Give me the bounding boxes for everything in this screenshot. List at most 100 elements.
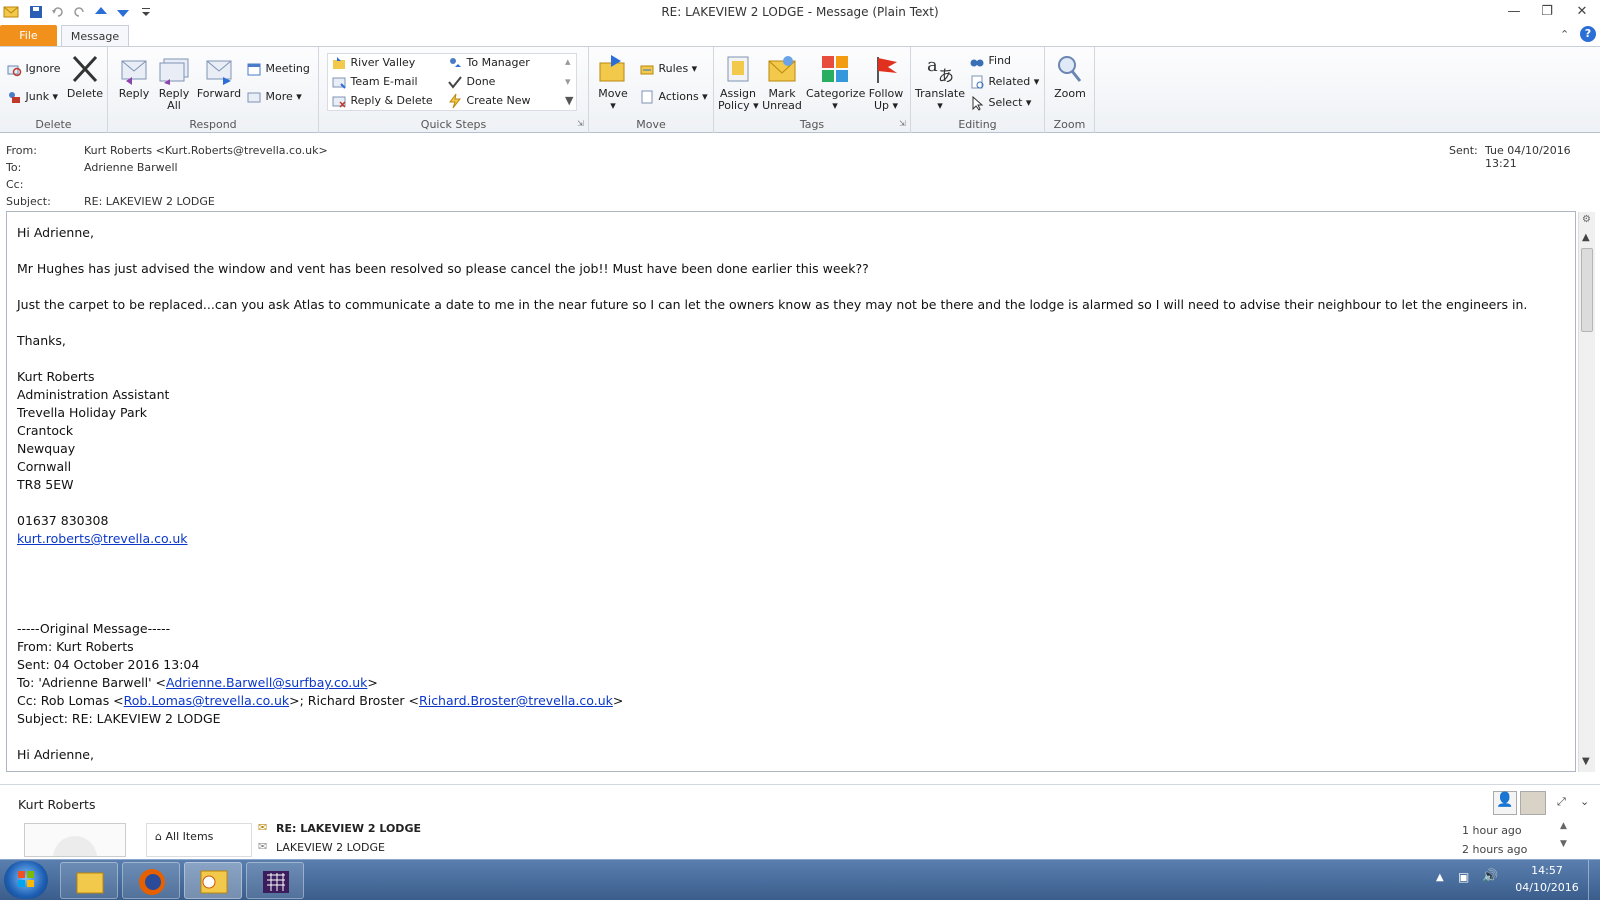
close-button[interactable]: ✕ bbox=[1568, 2, 1596, 22]
original-cc-email-link-2[interactable]: Richard.Broster@trevella.co.uk bbox=[419, 693, 613, 708]
taskbar-app[interactable] bbox=[246, 862, 304, 899]
rules-button[interactable]: Rules ▾ bbox=[639, 61, 697, 77]
quick-steps-scroll-up[interactable]: ▴ bbox=[565, 55, 571, 68]
meeting-button[interactable]: Meeting bbox=[246, 61, 310, 77]
meeting-icon bbox=[247, 63, 261, 76]
scroll-up-arrow[interactable]: ▲ bbox=[1582, 232, 1590, 243]
quick-step-river-valley[interactable]: River Valley bbox=[331, 55, 415, 71]
collapse-ribbon-icon[interactable]: ⌃ bbox=[1560, 28, 1569, 41]
group-zoom: Zoom Zoom bbox=[1045, 47, 1095, 133]
message-body[interactable]: Hi Adrienne, Mr Hughes has just advised … bbox=[6, 211, 1576, 772]
quick-step-reply-delete[interactable]: Reply & Delete bbox=[331, 93, 433, 109]
clock-time[interactable]: 14:57 bbox=[1512, 864, 1582, 877]
move-button[interactable]: Move ▾ bbox=[595, 53, 631, 112]
move-label: Move bbox=[598, 87, 628, 100]
reply-all-button[interactable]: Reply All bbox=[154, 55, 194, 112]
activity-item[interactable]: ✉ LAKEVIEW 2 LODGE 2 hours ago bbox=[258, 840, 1578, 856]
contact-photo-thumbnail[interactable] bbox=[1520, 791, 1546, 815]
help-icon[interactable]: ? bbox=[1580, 26, 1596, 42]
tags-dialog-launcher[interactable]: ⇲ bbox=[899, 119, 906, 128]
cc-label: Cc: bbox=[6, 178, 24, 191]
show-desktop-button[interactable] bbox=[1588, 860, 1600, 900]
actions-button[interactable]: Actions ▾ bbox=[639, 89, 708, 105]
activity-list-scroll-down[interactable]: ▼ bbox=[1560, 839, 1567, 849]
zoom-button[interactable]: Zoom bbox=[1049, 53, 1091, 100]
original-to-prefix: To: 'Adrienne Barwell' < bbox=[17, 675, 166, 690]
taskbar-explorer[interactable] bbox=[60, 862, 118, 899]
forward-label: Forward bbox=[196, 87, 242, 100]
original-cc-email-link-1[interactable]: Rob.Lomas@trevella.co.uk bbox=[124, 693, 289, 708]
network-icon[interactable]: ▣ bbox=[1458, 870, 1469, 884]
pop-out-icon[interactable]: ⤢ bbox=[1557, 795, 1566, 809]
title-bar: RE: LAKEVIEW 2 LODGE - Message (Plain Te… bbox=[0, 0, 1600, 24]
mark-unread-envelope-icon bbox=[768, 56, 796, 82]
forward-icon bbox=[206, 60, 232, 85]
people-avatar-icon[interactable]: 👤 bbox=[1493, 791, 1517, 815]
scroll-down-arrow[interactable]: ▼ bbox=[1582, 756, 1590, 767]
volume-icon[interactable]: 🔊 bbox=[1482, 869, 1498, 884]
taskbar-firefox[interactable] bbox=[122, 862, 180, 899]
quick-step-to-manager[interactable]: To Manager bbox=[447, 55, 530, 71]
translate-button[interactable]: aあ Translate ▾ bbox=[915, 53, 965, 112]
mark-unread-button[interactable]: Mark Unread bbox=[762, 53, 802, 112]
group-label-delete: Delete bbox=[35, 118, 72, 131]
delete-x-icon bbox=[72, 55, 98, 83]
clock-date[interactable]: 04/10/2016 bbox=[1512, 881, 1582, 894]
ribbon-tabs: File Message ⌃ ? bbox=[0, 24, 1600, 48]
activity-item[interactable]: ✉ RE: LAKEVIEW 2 LODGE 1 hour ago bbox=[258, 821, 1578, 837]
categorize-button[interactable]: Categorize ▾ bbox=[806, 53, 865, 112]
activity-list-scroll-up[interactable]: ▲ bbox=[1560, 821, 1567, 831]
actions-label: Actions bbox=[658, 90, 699, 103]
quick-step-done[interactable]: Done bbox=[447, 74, 495, 90]
group-tags: Assign Policy ▾ Mark Unread Categorize ▾ … bbox=[714, 47, 911, 133]
show-hidden-icons-arrow[interactable]: ▲ bbox=[1436, 872, 1444, 883]
collapse-pane-icon[interactable]: ⌄ bbox=[1580, 795, 1589, 808]
mark-label-2: Unread bbox=[762, 99, 802, 112]
folder-arrow-icon bbox=[333, 57, 345, 69]
follow-label-2: Up bbox=[873, 99, 889, 112]
minimize-button[interactable]: — bbox=[1500, 2, 1528, 22]
junk-label: Junk bbox=[25, 90, 50, 103]
group-move: Move ▾ Rules ▾ Actions ▾ Move bbox=[589, 47, 714, 133]
start-button[interactable] bbox=[4, 861, 48, 899]
people-pane: Kurt Roberts 👤 ⤢ ⌄ ⌂ All Items ✉ RE: LAK… bbox=[0, 784, 1600, 857]
original-to-suffix: > bbox=[367, 675, 378, 690]
group-label-editing: Editing bbox=[958, 118, 997, 131]
junk-button[interactable]: Junk ▾ bbox=[6, 89, 58, 105]
delete-button[interactable]: Delete bbox=[66, 53, 104, 100]
tab-file[interactable]: File bbox=[0, 25, 57, 47]
activity-subject: LAKEVIEW 2 LODGE bbox=[276, 841, 385, 854]
more-button[interactable]: More ▾ bbox=[246, 89, 302, 105]
select-button[interactable]: Select ▾ bbox=[969, 95, 1031, 111]
restore-button[interactable]: ❐ bbox=[1533, 2, 1561, 22]
all-items-tab[interactable]: ⌂ All Items bbox=[155, 830, 213, 843]
scroll-thumb[interactable] bbox=[1581, 248, 1593, 332]
quick-step-create-new[interactable]: Create New bbox=[447, 93, 531, 109]
quick-step-team-email[interactable]: Team E-mail bbox=[331, 74, 418, 90]
taskbar-outlook[interactable] bbox=[184, 862, 242, 899]
related-button[interactable]: Related ▾ bbox=[969, 74, 1039, 90]
delete-label: Delete bbox=[66, 87, 104, 100]
tab-message[interactable]: Message bbox=[61, 25, 129, 48]
signature-email-link[interactable]: kurt.roberts@trevella.co.uk bbox=[17, 531, 188, 546]
quick-steps-scroll-down[interactable]: ▾ bbox=[565, 75, 571, 88]
translate-label: Translate bbox=[915, 87, 965, 100]
scroll-options-icon[interactable]: ⚙ bbox=[1582, 214, 1591, 225]
group-label-quick-steps: Quick Steps bbox=[420, 118, 487, 131]
binoculars-icon bbox=[970, 59, 984, 67]
body-scrollbar[interactable]: ⚙ ▲ ▼ bbox=[1578, 212, 1595, 772]
from-value[interactable]: Kurt Roberts <Kurt.Roberts@trevella.co.u… bbox=[84, 144, 328, 157]
reply-button[interactable]: Reply bbox=[114, 55, 154, 100]
signature-name: Kurt Roberts bbox=[17, 369, 95, 384]
quick-step-label: To Manager bbox=[466, 56, 530, 69]
to-value[interactable]: Adrienne Barwell bbox=[84, 161, 178, 174]
find-button[interactable]: Find bbox=[969, 53, 1011, 69]
quick-steps-dialog-launcher[interactable]: ⇲ bbox=[577, 119, 584, 128]
quick-steps-expand[interactable]: ▼ bbox=[565, 94, 573, 107]
assign-policy-button[interactable]: Assign Policy ▾ bbox=[718, 53, 759, 112]
follow-up-button[interactable]: Follow Up ▾ bbox=[866, 53, 906, 112]
activity-time: 1 hour ago bbox=[1462, 824, 1522, 837]
original-to-email-link[interactable]: Adrienne.Barwell@surfbay.co.uk bbox=[166, 675, 367, 690]
ignore-button[interactable]: Ignore bbox=[6, 61, 60, 77]
forward-button[interactable]: Forward bbox=[196, 55, 242, 100]
